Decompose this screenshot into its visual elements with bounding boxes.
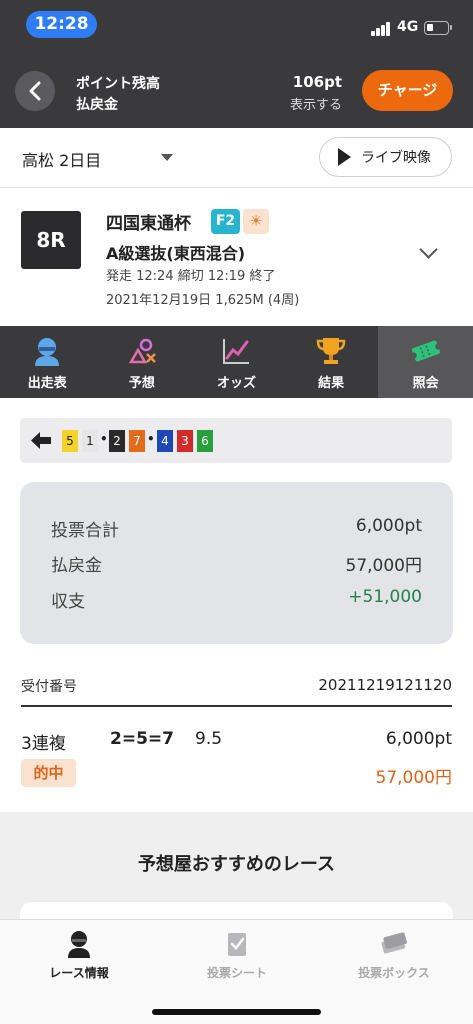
- nav-vote-sheet[interactable]: 投票シート: [158, 920, 316, 1000]
- race-name: 四国東通杯: [106, 214, 191, 234]
- grade-badge: F2: [211, 209, 240, 234]
- bet-amount: 6,000pt: [385, 729, 452, 749]
- race-times: 発走 12:24 締切 12:19 終了: [106, 269, 276, 284]
- points-balance-label: ポイント残高: [76, 76, 160, 92]
- receipt-number: 20211219121120: [318, 676, 452, 694]
- summary-row-balance: 収支 +51,000: [51, 587, 422, 612]
- receipt-number-label: 受付番号: [21, 679, 77, 695]
- show-refund-link[interactable]: 表示する: [290, 94, 342, 113]
- caret-down-icon[interactable]: [161, 154, 173, 161]
- combo-chip: 4: [157, 430, 173, 452]
- summary-row-total: 投票合計 6,000pt: [51, 516, 422, 541]
- points-value: 106pt: [292, 73, 342, 91]
- battery-icon: [424, 21, 452, 35]
- combo-separator: •: [147, 432, 155, 446]
- result-combination-strip: 5 1 • 2 7 • 4 3 6: [20, 418, 452, 463]
- combo-chip: 1: [82, 430, 98, 452]
- payout-amount: 57,000円: [375, 768, 452, 788]
- tab-prediction[interactable]: 予想: [95, 326, 190, 398]
- race-number: 8R: [21, 211, 81, 269]
- chevron-left-icon: [29, 81, 41, 101]
- tab-results[interactable]: 結果: [284, 326, 379, 398]
- signal-icon: [371, 22, 393, 36]
- racer-icon: [35, 338, 60, 366]
- summary-row-refund: 払戻金 57,000円: [51, 556, 422, 576]
- shapes-icon: [128, 338, 156, 364]
- combo-chip: 7: [129, 430, 145, 452]
- venue-dropdown[interactable]: 高松 2日目: [22, 147, 101, 171]
- network-label: 4G: [397, 19, 419, 35]
- tab-inquiry[interactable]: 照会: [378, 326, 473, 398]
- racer-icon: [68, 931, 90, 958]
- bet-combination: 2=5=7: [110, 729, 174, 749]
- tickets-icon: [381, 932, 407, 954]
- ticket-icon: [410, 340, 441, 362]
- section-title: 予想屋おすすめのレース: [137, 854, 336, 875]
- combo-chip: 2: [109, 430, 125, 452]
- refund-label: 払戻金: [76, 97, 118, 113]
- bet-type: 3連複: [21, 734, 66, 754]
- daytime-sun-icon: ☀: [243, 209, 269, 234]
- nav-race-info[interactable]: レース情報: [0, 920, 158, 1000]
- home-indicator[interactable]: [152, 1009, 321, 1015]
- chevron-down-icon[interactable]: [419, 240, 438, 259]
- back-button[interactable]: [15, 71, 55, 111]
- arrow-left-icon: [31, 432, 51, 449]
- combo-separator: •: [100, 432, 108, 446]
- bet-summary-card: 投票合計 6,000pt 払戻金 57,000円 収支 +51,000: [20, 482, 453, 644]
- nav-vote-box[interactable]: 投票ボックス: [315, 920, 473, 1000]
- combo-chip: 3: [177, 430, 193, 452]
- combo-chip: 5: [62, 430, 78, 452]
- charge-button[interactable]: チャージ: [362, 70, 453, 111]
- status-bar: 12:28 4G: [0, 0, 473, 52]
- play-icon: [338, 148, 351, 166]
- hit-badge: 的中: [21, 759, 76, 787]
- trophy-icon: [316, 338, 346, 364]
- live-video-button[interactable]: ライブ映像: [319, 137, 452, 177]
- app-header: ポイント残高 払戻金 106pt 表示する チャージ: [0, 52, 473, 128]
- tab-odds[interactable]: オッズ: [189, 326, 284, 398]
- race-class: A級選抜(東西混合): [106, 244, 246, 263]
- checklist-icon: [228, 933, 246, 956]
- race-tab-bar: 出走表 予想 オッズ 結果 照会: [0, 326, 473, 398]
- status-time: 12:28: [26, 11, 97, 38]
- live-video-label: ライブ映像: [361, 150, 431, 166]
- bet-odds: 9.5: [195, 729, 223, 749]
- race-date-distance: 2021年12月19日 1,625M (4周): [106, 293, 300, 308]
- tab-entries[interactable]: 出走表: [0, 326, 95, 398]
- combo-chip: 6: [197, 430, 213, 452]
- chart-icon: [223, 339, 250, 364]
- divider: [21, 705, 452, 707]
- recommended-races-section: 予想屋おすすめのレース: [0, 812, 473, 932]
